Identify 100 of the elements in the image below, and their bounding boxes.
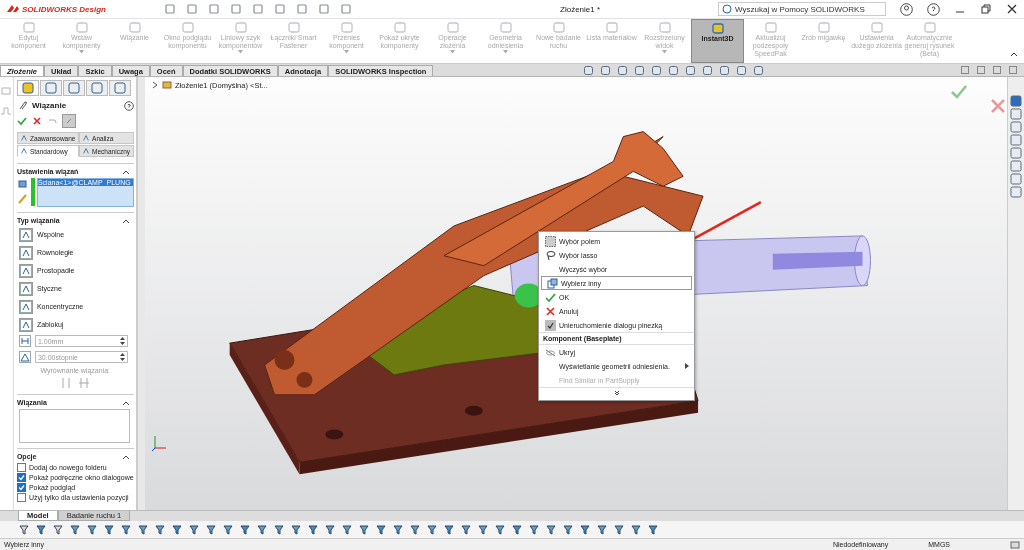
- mate-icon: [18, 299, 33, 314]
- toolbar-icon[interactable]: [274, 3, 286, 15]
- toolbar-icon[interactable]: [164, 3, 176, 15]
- toolbar-icon[interactable]: [252, 3, 264, 15]
- mate-icon: [18, 317, 33, 332]
- view-tool-icon[interactable]: [651, 64, 663, 76]
- view-tool-icon[interactable]: [617, 64, 629, 76]
- restore-icon[interactable]: [980, 3, 992, 15]
- menu-icon: [544, 319, 556, 331]
- toolbar-icon[interactable]: [318, 3, 330, 15]
- selection-filter-icon[interactable]: [630, 523, 642, 536]
- expand-menu-icon[interactable]: [613, 390, 620, 396]
- selection-filter-icon[interactable]: [103, 523, 115, 536]
- selection-filter-icon[interactable]: [171, 523, 183, 536]
- selection-filter-icon[interactable]: [324, 523, 336, 536]
- selection-filter-icon[interactable]: [477, 523, 489, 536]
- selection-filter-icon[interactable]: [409, 523, 421, 536]
- selection-icon[interactable]: [16, 193, 29, 205]
- task-pane-icon[interactable]: [1010, 186, 1022, 198]
- checkbox[interactable]: [16, 463, 26, 472]
- task-pane-icon[interactable]: [1010, 121, 1022, 133]
- selection-filter-icon[interactable]: [494, 523, 506, 536]
- checkbox[interactable]: [16, 483, 26, 492]
- selection-filter-icon[interactable]: [511, 523, 523, 536]
- collapse-icon[interactable]: [121, 168, 130, 175]
- tool-icon: [392, 22, 407, 34]
- menu-icon: [544, 305, 556, 317]
- selection-filter-icon[interactable]: [613, 523, 625, 536]
- collapse-icon[interactable]: [121, 399, 130, 406]
- selection-filter-icon[interactable]: [18, 523, 30, 536]
- task-pane-icon[interactable]: [1010, 147, 1022, 159]
- view-tool-icon[interactable]: [753, 64, 765, 76]
- view-tool-icon[interactable]: [583, 64, 595, 76]
- selection-filter-icon[interactable]: [137, 523, 149, 536]
- view-tool-icon[interactable]: [634, 64, 646, 76]
- selection-filter-icon[interactable]: [35, 523, 47, 536]
- checkbox[interactable]: [16, 473, 26, 482]
- selection-filter-icon[interactable]: [460, 523, 472, 536]
- spinner-icon[interactable]: [119, 337, 125, 345]
- task-pane-icon[interactable]: [1010, 134, 1022, 146]
- close-icon[interactable]: [1006, 3, 1018, 15]
- selection-filter-icon[interactable]: [426, 523, 438, 536]
- panel-tab-icon[interactable]: [85, 80, 108, 96]
- collapse-icon[interactable]: [121, 453, 130, 460]
- toolbar-icon[interactable]: [208, 3, 220, 15]
- view-tool-icon[interactable]: [719, 64, 731, 76]
- selection-icon[interactable]: [16, 178, 29, 190]
- selection-filter-icon[interactable]: [443, 523, 455, 536]
- task-pane-icon[interactable]: [1010, 160, 1022, 172]
- selection-filter-icon[interactable]: [205, 523, 217, 536]
- view-tool-icon[interactable]: [668, 64, 680, 76]
- selection-filter-icon[interactable]: [307, 523, 319, 536]
- selection-filter-icon[interactable]: [545, 523, 557, 536]
- panel-tab-icon[interactable]: [62, 80, 85, 96]
- selection-filter-icon[interactable]: [239, 523, 251, 536]
- selection-filter-icon[interactable]: [273, 523, 285, 536]
- collapse-icon[interactable]: [121, 217, 130, 224]
- panel-tab-icon[interactable]: [108, 80, 131, 96]
- panel-tab-icon[interactable]: [16, 80, 39, 96]
- selection-filter-icon[interactable]: [341, 523, 353, 536]
- selection-filter-icon[interactable]: [647, 523, 659, 536]
- selection-filter-icon[interactable]: [375, 523, 387, 536]
- user-icon[interactable]: [900, 2, 913, 16]
- search-field[interactable]: Wyszukaj w Pomocy SOLIDWORKS: [718, 2, 886, 16]
- selection-filter-icon[interactable]: [528, 523, 540, 536]
- selection-filter-icon[interactable]: [154, 523, 166, 536]
- toolbar-icon[interactable]: [186, 3, 198, 15]
- selection-filter-icon[interactable]: [596, 523, 608, 536]
- toolbar-icon[interactable]: [340, 3, 352, 15]
- selection-filter-icon[interactable]: [222, 523, 234, 536]
- spinner-icon[interactable]: [119, 353, 125, 361]
- mate-icon: [18, 263, 33, 278]
- selection-filter-icon[interactable]: [69, 523, 81, 536]
- selection-filter-icon[interactable]: [86, 523, 98, 536]
- task-pane-icon[interactable]: [1010, 108, 1022, 120]
- selection-filter-icon[interactable]: [256, 523, 268, 536]
- ok-icon[interactable]: [16, 116, 27, 126]
- toolbar-icon[interactable]: [230, 3, 242, 15]
- view-tool-icon[interactable]: [685, 64, 697, 76]
- selection-filter-icon[interactable]: [358, 523, 370, 536]
- selection-filter-icon[interactable]: [562, 523, 574, 536]
- panel-tab-icon[interactable]: [39, 80, 62, 96]
- checkbox[interactable]: [16, 493, 26, 502]
- expand-icon[interactable]: [151, 81, 159, 89]
- selection-filter-icon[interactable]: [290, 523, 302, 536]
- cancel-icon[interactable]: [31, 116, 42, 126]
- selection-filter-icon[interactable]: [188, 523, 200, 536]
- toolbar-icon[interactable]: [296, 3, 308, 15]
- view-tool-icon[interactable]: [702, 64, 714, 76]
- view-tool-icon[interactable]: [736, 64, 748, 76]
- selection-filter-icon[interactable]: [120, 523, 132, 536]
- task-pane-icon[interactable]: [1010, 173, 1022, 185]
- selection-filter-icon[interactable]: [52, 523, 64, 536]
- selection-filter-icon[interactable]: [392, 523, 404, 536]
- task-pane-icon[interactable]: [1010, 95, 1022, 107]
- selection-filter-icon[interactable]: [579, 523, 591, 536]
- view-tool-icon[interactable]: [600, 64, 612, 76]
- collapse-icon[interactable]: [1010, 51, 1018, 57]
- pin-icon[interactable]: [61, 114, 76, 128]
- rebuild-icon[interactable]: [1010, 539, 1020, 550]
